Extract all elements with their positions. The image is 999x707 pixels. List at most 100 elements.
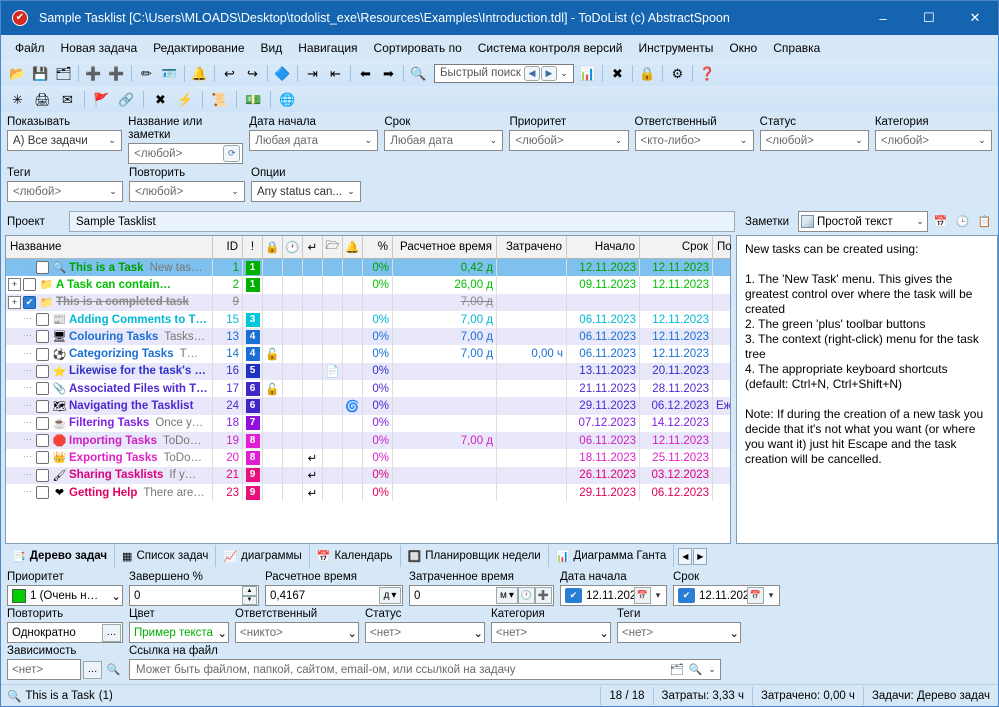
search-next-icon[interactable]: ▶ xyxy=(541,65,557,81)
column-header-name[interactable]: Название xyxy=(6,236,213,258)
tab-charts[interactable]: 📈 диаграммы xyxy=(216,545,310,567)
maximize-button[interactable]: ☐ xyxy=(906,1,952,35)
column-header-start[interactable]: Начало xyxy=(567,236,640,258)
chevron-down-icon[interactable]: ⌄ xyxy=(612,135,626,146)
search-dropdown-icon[interactable]: ⌄ xyxy=(557,68,571,79)
search-prev-icon[interactable]: ◀ xyxy=(524,65,540,81)
project-name-input[interactable]: Sample Tasklist xyxy=(69,211,736,232)
filter-show[interactable]: А) Все задачи ⌄ xyxy=(7,130,123,151)
task-checkbox[interactable] xyxy=(36,313,49,327)
spinner[interactable]: ▲ ▼ xyxy=(242,586,257,605)
filter-category[interactable]: <любой> ⌄ xyxy=(874,130,992,151)
custom-tools-icon[interactable]: ✳ xyxy=(6,88,29,110)
task-checkbox[interactable] xyxy=(36,486,49,499)
time-unit-select[interactable]: м ▾ xyxy=(496,587,518,604)
category-select[interactable]: <нет> ⌄ xyxy=(491,622,611,643)
quick-search-box[interactable]: Быстрый поиск ◀ ▶ ⌄ xyxy=(434,63,574,83)
chevron-down-icon[interactable]: ⌄ xyxy=(737,135,751,146)
table-row[interactable]: + 📁 A Task can contain… 2 1 0% 26,00 д 09.11.20… xyxy=(6,276,730,294)
tags-select[interactable]: <нет> ⌄ xyxy=(617,622,741,643)
filter-title-notes[interactable]: <любой> ⟳ xyxy=(128,143,244,164)
calendar-picker-icon[interactable]: 📅 xyxy=(747,587,764,604)
spinner-down-icon[interactable]: ▼ xyxy=(242,595,257,605)
column-header-id[interactable]: ID xyxy=(213,236,243,258)
email-icon[interactable]: ✉ xyxy=(56,88,79,110)
column-header-due[interactable]: Срок xyxy=(640,236,713,258)
chevron-down-icon[interactable]: ⌄ xyxy=(975,135,989,146)
column-header-timeest[interactable]: Расчетное время xyxy=(393,236,497,258)
start-date-input[interactable]: ✔ 12.11.2023📅▾ xyxy=(560,585,667,606)
quick-action-icon[interactable]: ⚡ xyxy=(174,88,197,110)
sort-icon[interactable]: 📊 xyxy=(576,62,599,84)
table-row[interactable]: ⋯ 👑 Exporting Tasks ToDo… 20 8 ↵ 0% 18.11.2023 25… xyxy=(6,449,730,467)
table-row[interactable]: ⋯ 🔍 This is a Task New tas… 1 1 0% 0,42 д 12.11.… xyxy=(6,259,730,277)
tree-line[interactable]: ⋯ xyxy=(21,451,34,464)
edit-task-icon[interactable]: ✏ xyxy=(135,62,158,84)
redo-icon[interactable]: ↪ xyxy=(241,62,264,84)
date-enabled-checkbox[interactable]: ✔ xyxy=(565,588,582,603)
menu-item-8[interactable]: Окно xyxy=(721,38,765,58)
task-name-cell[interactable]: ⋯ ⚽ Categorizing Tasks Т… xyxy=(6,345,213,363)
go-back-icon[interactable]: ⬅ xyxy=(354,62,377,84)
time-estimate-input[interactable]: 0,4167 д ▾ xyxy=(265,585,403,606)
tree-line[interactable]: ⋯ xyxy=(21,469,34,482)
menu-item-7[interactable]: Инструменты xyxy=(631,38,722,58)
chevron-down-icon[interactable]: ⌄ xyxy=(217,626,227,640)
chevron-down-icon[interactable]: ⌄ xyxy=(111,589,121,603)
outdent-task-icon[interactable]: ⇤ xyxy=(324,62,347,84)
menu-item-6[interactable]: Система контроля версий xyxy=(470,38,631,58)
clear-icon[interactable]: ✖ xyxy=(149,88,172,110)
task-name-cell[interactable]: ⋯ 🖥 Colouring Tasks Tasks… xyxy=(6,328,213,346)
table-row[interactable]: + ✔ 📁 This is a completed task 9 7,00 д xyxy=(6,293,730,311)
chevron-down-icon[interactable]: ⌄ xyxy=(228,186,242,197)
tree-line[interactable]: ⋯ xyxy=(21,365,34,378)
table-row[interactable]: ⋯ ☕ Filtering Tasks Once y… 18 7 0% 07.12.2023 1… xyxy=(6,414,730,432)
table-row[interactable]: ⋯ 🛑 Importing Tasks ToDo… 19 8 0% 7,00 д 06.11.2… xyxy=(6,431,730,450)
filter-status[interactable]: <любой> ⌄ xyxy=(759,130,869,151)
tree-line[interactable]: ⋯ xyxy=(21,348,34,361)
task-attributes-icon[interactable]: 🪪 xyxy=(158,62,181,84)
clock-icon[interactable]: 🕒 xyxy=(953,212,972,231)
task-name-cell[interactable]: ⋯ 🛑 Importing Tasks ToDo… xyxy=(6,431,213,450)
allocated-to-select[interactable]: <никто> ⌄ xyxy=(235,622,359,643)
task-checkbox[interactable] xyxy=(36,451,49,465)
go-forward-icon[interactable]: ➡ xyxy=(377,62,400,84)
task-checkbox[interactable] xyxy=(36,399,49,413)
expand-toggle-icon[interactable]: + xyxy=(8,278,21,292)
lock-icon[interactable]: 🔒 xyxy=(636,62,659,84)
task-name-cell[interactable]: + 📁 A Task can contain… xyxy=(6,276,213,294)
task-name-cell[interactable]: ⋯ 👑 Exporting Tasks ToDo… xyxy=(6,449,213,467)
file-search-icon[interactable]: 🔍 xyxy=(686,660,705,679)
time-spent-input[interactable]: 0 м ▾ 🕐 ➕ xyxy=(409,585,554,606)
priority-select[interactable]: 1 (Очень н… ⌄ xyxy=(7,585,123,606)
table-row[interactable]: ⋯ 🗺 Navigating the Tasklist 24 6 🌀 0% 29.11.202… xyxy=(6,397,730,415)
table-row[interactable]: ⋯ 🖥 Colouring Tasks Tasks… 13 4 0% 7,00 д 06.11.… xyxy=(6,328,730,346)
menu-item-0[interactable]: Файл xyxy=(7,38,53,58)
indent-task-icon[interactable]: ⇥ xyxy=(301,62,324,84)
close-button[interactable]: ✕ xyxy=(952,1,998,35)
task-name-cell[interactable]: ⋯ 📎 Associated Files with T… xyxy=(6,380,213,398)
task-checkbox[interactable] xyxy=(36,416,49,430)
tree-line[interactable]: ⋯ xyxy=(21,261,34,274)
chevron-down-icon[interactable]: ⌄ xyxy=(344,186,358,197)
chevron-down-icon[interactable]: ▾ xyxy=(651,590,665,601)
undo-icon[interactable]: ↩ xyxy=(218,62,241,84)
tab-task-list[interactable]: ▦ Список задач xyxy=(115,545,217,567)
column-header-timespent[interactable]: Затрачено xyxy=(497,236,567,258)
quick-search-input[interactable]: Быстрый поиск xyxy=(437,67,523,79)
chevron-down-icon[interactable]: ⌄ xyxy=(486,135,500,146)
tree-line[interactable]: ⋯ xyxy=(21,313,34,326)
calendar-picker-icon[interactable]: 📅 xyxy=(634,587,651,604)
menu-item-3[interactable]: Вид xyxy=(253,38,291,58)
task-checkbox[interactable] xyxy=(36,434,49,448)
task-checkbox[interactable] xyxy=(36,468,49,482)
cost-icon[interactable]: 💵 xyxy=(242,88,265,110)
chevron-down-icon[interactable]: ⌄ xyxy=(599,626,609,640)
status-select[interactable]: <нет> ⌄ xyxy=(365,622,485,643)
chevron-down-icon[interactable]: ⌄ xyxy=(347,626,357,640)
time-unit-select[interactable]: д ▾ xyxy=(379,587,401,604)
add-time-icon[interactable]: ➕ xyxy=(535,587,552,604)
column-header-recur[interactable]: ↵ xyxy=(303,236,323,258)
chevron-down-icon[interactable]: ⌄ xyxy=(106,186,120,197)
tab-scroll-left-icon[interactable]: ◀ xyxy=(678,547,693,565)
